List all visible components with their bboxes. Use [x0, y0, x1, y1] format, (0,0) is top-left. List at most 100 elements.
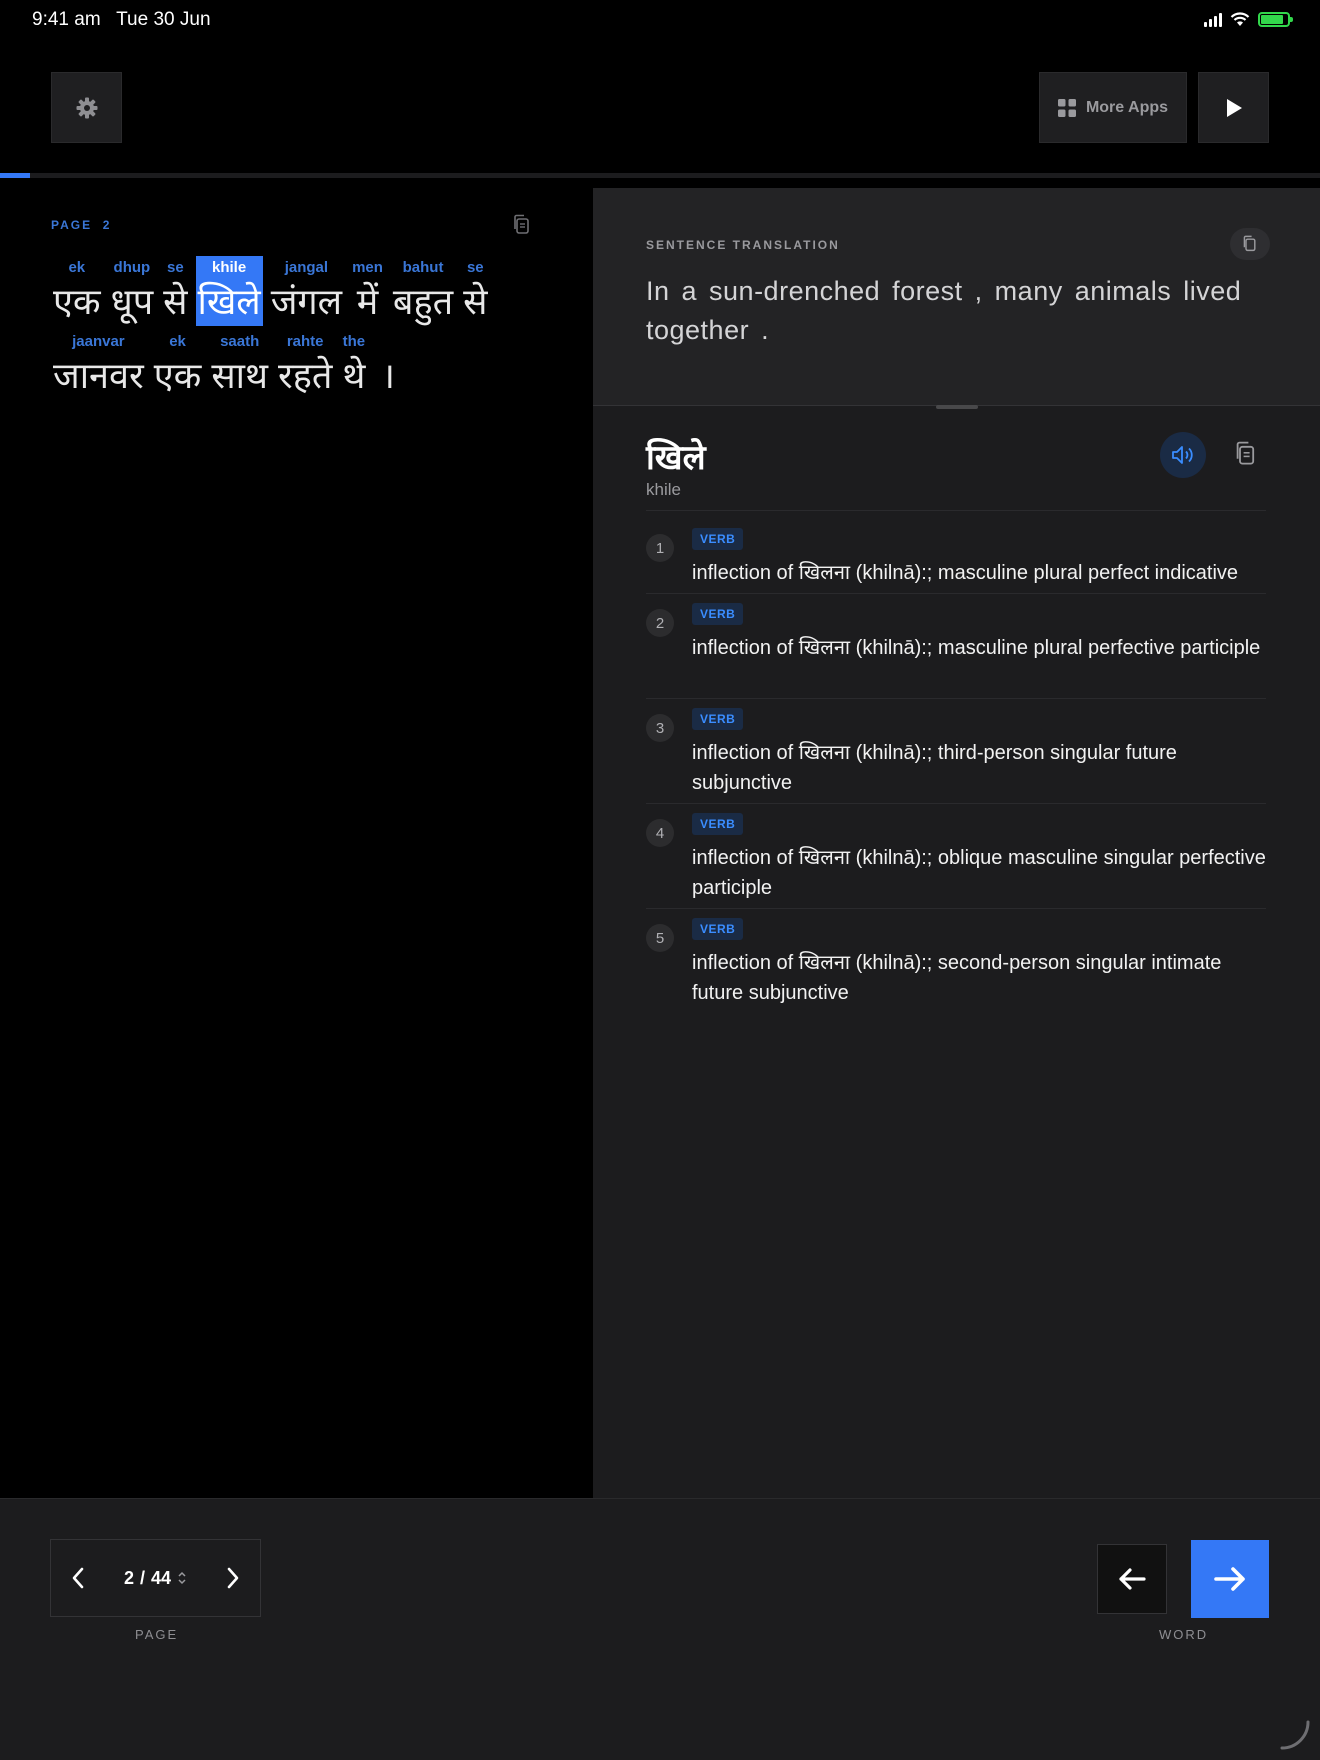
- copy-word-button[interactable]: [1226, 434, 1266, 474]
- definition-number: 5: [646, 924, 674, 952]
- word-token[interactable]: ek एक: [51, 256, 103, 326]
- word-hindi: जंगल: [270, 282, 343, 323]
- definition-text: inflection of खिलना (khilnā):; oblique m…: [692, 847, 1266, 899]
- word-hindi: धूप: [110, 282, 154, 323]
- word-hindi: थे: [342, 356, 366, 397]
- word-hindi: जानवर: [53, 356, 144, 397]
- definition-number: 4: [646, 819, 674, 847]
- word-token[interactable]: khile खिले: [195, 256, 263, 326]
- status-bar: 9:41 am Tue 30 Jun: [0, 0, 1320, 40]
- next-word-button[interactable]: [1191, 1540, 1269, 1618]
- bottom-bar: 2 / 44 PAGE WORD: [0, 1498, 1320, 1760]
- copy-icon: [1236, 441, 1255, 465]
- word-transliteration: men: [352, 259, 383, 276]
- reading-pane: PAGE 2 ek एक dhup धूप se से khile खिले jangal जंग…: [0, 178, 593, 1498]
- word-hindi: बहुत: [392, 282, 454, 323]
- grid-icon: [1057, 98, 1076, 117]
- resize-handle[interactable]: [936, 405, 978, 409]
- status-icons: [1204, 12, 1293, 27]
- part-of-speech-badge: VERB: [692, 528, 744, 550]
- current-page: 2: [123, 1567, 134, 1588]
- word-transliteration: se: [466, 259, 484, 276]
- word-hindi: में: [356, 282, 379, 323]
- cellular-signal-icon: [1204, 12, 1222, 27]
- word-hindi: से: [163, 282, 188, 323]
- definition-number: 1: [646, 534, 674, 562]
- word-token[interactable]: bahut बहुत: [391, 256, 455, 326]
- word-token[interactable]: saath साथ: [209, 330, 270, 400]
- part-of-speech-badge: VERB: [692, 918, 744, 940]
- more-apps-label: More Apps: [1085, 98, 1169, 116]
- gear-icon: [76, 97, 97, 118]
- copy-text-button[interactable]: [512, 214, 532, 241]
- word-transliteration: dhup: [113, 259, 151, 276]
- word-transliteration: jaanvar: [72, 333, 125, 350]
- word-hindi: से: [463, 282, 488, 323]
- translation-card: SENTENCE TRANSLATION In a sun-drenched f…: [593, 188, 1320, 406]
- word-token[interactable]: rahte रहते: [276, 330, 334, 400]
- word-token[interactable]: jangal जंगल: [269, 256, 344, 326]
- page-nav-label: PAGE: [135, 1627, 179, 1642]
- sentence-translation: In a sun-drenched forest , many animals …: [646, 276, 1242, 345]
- part-of-speech-badge: VERB: [692, 603, 744, 625]
- word-nav-label: WORD: [1159, 1627, 1209, 1642]
- chevron-left-icon[interactable]: [71, 1567, 85, 1589]
- word-transliteration: khile: [212, 259, 247, 276]
- chevron-up-down-icon: [178, 1571, 186, 1585]
- word-hindi: रहते: [278, 356, 333, 397]
- word-hindi: खिले: [197, 282, 261, 323]
- definition-number: 2: [646, 609, 674, 637]
- sentence-line-2: jaanvar जानवर ek एक saath साथ rahte रहते the थे ।: [51, 330, 395, 400]
- resize-corner-icon: [1280, 1720, 1310, 1750]
- word-transliteration: rahte: [286, 333, 324, 350]
- word-token[interactable]: men में: [350, 256, 385, 326]
- copy-translation-button[interactable]: [1230, 228, 1270, 260]
- battery-icon: [1258, 12, 1293, 27]
- word-hindi: एक: [53, 282, 101, 323]
- word-token[interactable]: dhup धूप: [109, 256, 156, 326]
- page-navigator: 2 / 44: [50, 1539, 261, 1617]
- definition-text: inflection of खिलना (khilnā):; masculine…: [692, 637, 1261, 659]
- word-hindi: एक: [153, 356, 202, 397]
- divider: [646, 510, 1266, 511]
- total-pages: 44: [151, 1567, 172, 1588]
- word-hindi: साथ: [211, 356, 268, 397]
- settings-button[interactable]: [51, 72, 122, 143]
- translation-label: SENTENCE TRANSLATION: [646, 238, 840, 252]
- part-of-speech-badge: VERB: [692, 708, 744, 730]
- word-transliteration: se: [166, 259, 184, 276]
- word-token[interactable]: jaanvar जानवर: [51, 330, 146, 400]
- play-button[interactable]: [1198, 72, 1269, 143]
- page-selector[interactable]: 2 / 44: [124, 1568, 187, 1589]
- definition-text: inflection of खिलना (khilnā):; masculine…: [692, 562, 1239, 584]
- word-transliteration: jangal: [284, 259, 329, 276]
- word-token[interactable]: the थे: [340, 330, 367, 400]
- arrow-right-icon: [1214, 1567, 1245, 1591]
- copy-icon: [1243, 235, 1256, 252]
- definition-text: inflection of खिलना (khilnā):; second-pe…: [692, 952, 1222, 1004]
- word-token[interactable]: ek एक: [152, 330, 204, 400]
- word-token[interactable]: se से: [461, 256, 489, 326]
- chevron-right-icon[interactable]: [226, 1567, 240, 1589]
- wifi-icon: [1230, 12, 1250, 26]
- previous-word-button[interactable]: [1097, 1544, 1167, 1614]
- speaker-icon: [1172, 446, 1193, 464]
- divider: [646, 593, 1266, 594]
- more-apps-button[interactable]: More Apps: [1039, 72, 1187, 143]
- divider: [646, 698, 1266, 699]
- word-token[interactable]: se से: [161, 256, 189, 326]
- sentence-end-punctuation: ।: [381, 356, 396, 397]
- word-transliteration: saath: [220, 333, 260, 350]
- clock: 9:41 am: [32, 9, 101, 30]
- word-transliteration: ek: [68, 259, 86, 276]
- part-of-speech-badge: VERB: [692, 813, 744, 835]
- arrow-left-icon: [1119, 1568, 1146, 1590]
- pronounce-button[interactable]: [1160, 432, 1206, 478]
- headword: खिले: [646, 438, 706, 478]
- page-indicator: PAGE 2: [51, 218, 112, 232]
- play-icon: [1226, 98, 1242, 117]
- word-transliteration: bahut: [402, 259, 444, 276]
- headword-transliteration: khile: [646, 480, 681, 499]
- copy-icon: [514, 214, 529, 234]
- word-transliteration: the: [342, 333, 366, 350]
